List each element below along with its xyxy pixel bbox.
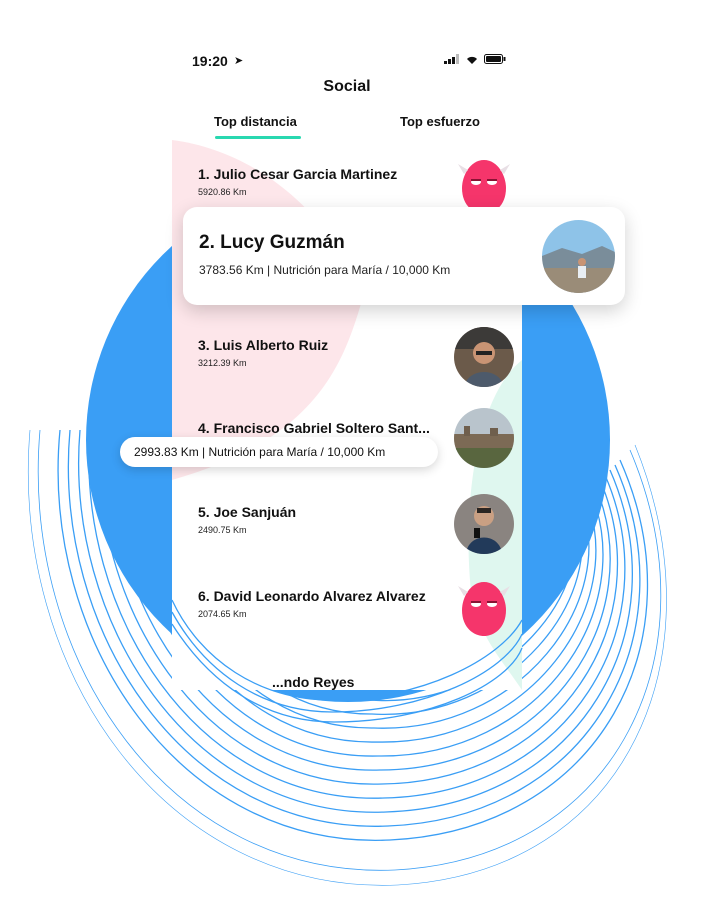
status-bar: 19:20 ➤ bbox=[172, 52, 522, 72]
distance-detail-pill: 2993.83 Km | Nutrición para María / 10,0… bbox=[120, 437, 438, 467]
status-time: 19:20 bbox=[192, 53, 228, 69]
user-distance: 5920.86 Km bbox=[198, 187, 247, 197]
user-photo-avatar bbox=[454, 327, 514, 387]
signal-icon bbox=[444, 54, 459, 64]
ranking-row[interactable]: ...ndo Reyes bbox=[172, 674, 522, 690]
landscape-avatar bbox=[454, 408, 514, 468]
user-name: 4. Francisco Gabriel Soltero Sant... bbox=[198, 420, 430, 436]
user-name: 3. Luis Alberto Ruiz bbox=[198, 337, 329, 353]
location-arrow-icon: ➤ bbox=[234, 55, 244, 67]
user-distance: 2490.75 Km bbox=[198, 525, 247, 535]
user-distance: 2074.65 Km bbox=[198, 609, 247, 619]
user-name: ...ndo Reyes bbox=[272, 674, 355, 690]
ranking-row[interactable]: 6. David Leonardo Alvarez Alvarez 2074.6… bbox=[172, 582, 522, 658]
ranking-row[interactable]: 3. Luis Alberto Ruiz 3212.39 Km bbox=[172, 327, 522, 407]
highlight-user-detail: 3783.56 Km | Nutrición para María / 10,0… bbox=[199, 263, 451, 277]
page-title: Social bbox=[323, 78, 371, 95]
monster-avatar-icon bbox=[458, 582, 510, 636]
wifi-icon bbox=[467, 56, 477, 64]
ranking-row[interactable]: 5. Joe Sanjuán 2490.75 Km bbox=[172, 494, 522, 574]
user-photo-avatar bbox=[454, 494, 514, 554]
active-tab-indicator bbox=[215, 136, 301, 139]
phone-screen: 19:20 ➤ Social Top distancia Top esfuerz… bbox=[172, 40, 522, 690]
tab-bar: Top distancia Top esfuerzo bbox=[172, 112, 522, 142]
user-name: 6. David Leonardo Alvarez Alvarez bbox=[198, 588, 426, 604]
user-name: 5. Joe Sanjuán bbox=[198, 504, 297, 520]
status-icons bbox=[444, 54, 506, 64]
user-distance: 3212.39 Km bbox=[198, 358, 247, 368]
highlight-user-avatar bbox=[542, 220, 615, 293]
battery-icon bbox=[484, 54, 506, 64]
pill-detail-text: 2993.83 Km | Nutrición para María / 10,0… bbox=[134, 445, 386, 459]
user-name: 1. Julio Cesar Garcia Martinez bbox=[198, 166, 398, 182]
tab-top-distancia[interactable]: Top distancia bbox=[214, 114, 297, 129]
highlighted-user-card[interactable]: 2. Lucy Guzmán 3783.56 Km | Nutrición pa… bbox=[183, 207, 625, 305]
tab-top-esfuerzo[interactable]: Top esfuerzo bbox=[400, 114, 480, 129]
highlight-user-name: 2. Lucy Guzmán bbox=[199, 232, 345, 253]
